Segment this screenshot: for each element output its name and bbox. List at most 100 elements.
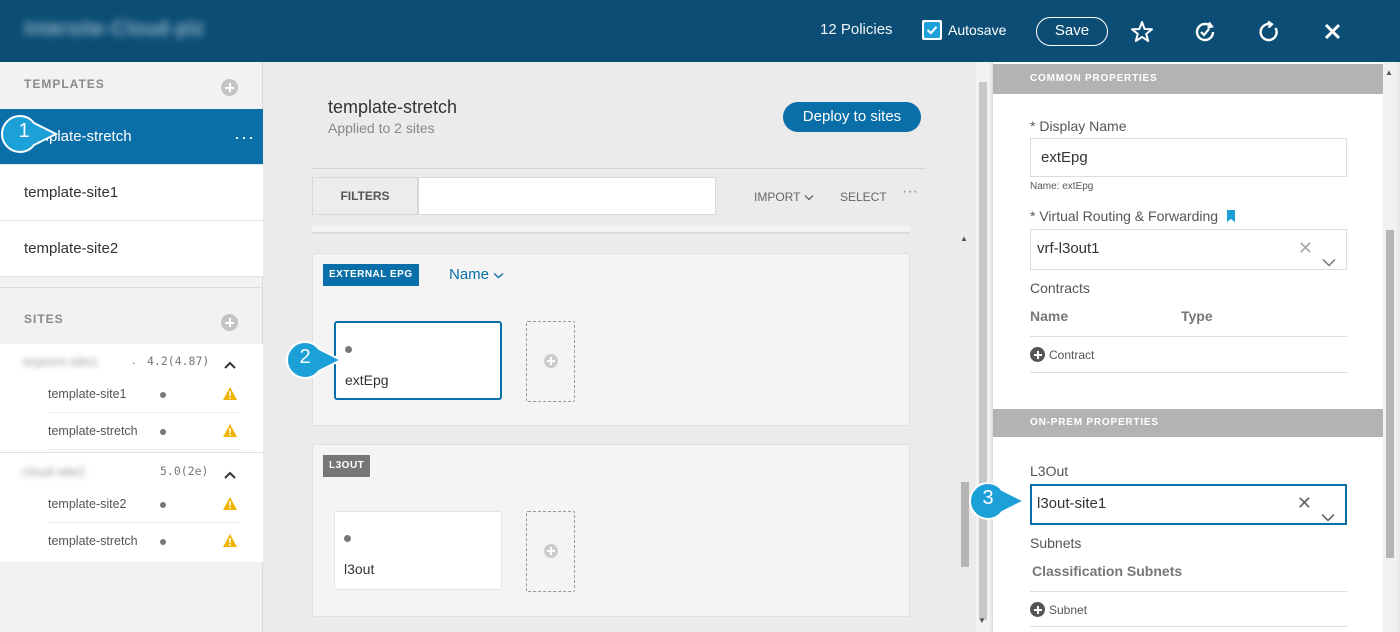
add-l3out-button[interactable]: [526, 511, 575, 592]
scrollbar-thumb[interactable]: [1386, 230, 1394, 558]
external-epg-section: EXTERNAL EPG Name extEpg: [312, 253, 910, 426]
chevron-down-icon: [804, 195, 814, 201]
warning-icon: [222, 423, 238, 443]
autosave-label: Autosave: [948, 22, 1007, 38]
chevron-up-icon[interactable]: [224, 356, 236, 374]
add-site-icon[interactable]: [221, 314, 238, 331]
site-template-row[interactable]: template-stretch: [48, 413, 240, 450]
scroll-down-icon[interactable]: ▼: [978, 616, 986, 625]
vrf-select[interactable]: vrf-l3out1 ✕: [1030, 229, 1347, 270]
site-template-row[interactable]: template-site2: [48, 486, 240, 523]
display-name-value: extEpg: [1041, 149, 1088, 166]
on-prem-properties-header: ON-PREM PROPERTIES: [993, 409, 1384, 437]
common-properties-header: COMMON PROPERTIES: [993, 64, 1384, 94]
template-label: template-site1: [24, 184, 119, 201]
scroll-up-icon[interactable]: ▲: [1385, 68, 1393, 77]
save-button[interactable]: Save: [1036, 17, 1108, 46]
clear-icon[interactable]: ✕: [1298, 230, 1313, 267]
divider: [1030, 372, 1347, 373]
chevron-down-icon[interactable]: [1322, 244, 1336, 281]
ext-epg-card[interactable]: extEpg: [334, 321, 502, 400]
display-name-input[interactable]: extEpg: [1030, 138, 1347, 177]
properties-scrollbar[interactable]: ▲: [1383, 62, 1397, 632]
vrf-value: vrf-l3out1: [1037, 240, 1100, 257]
sort-label: Name: [449, 266, 490, 283]
import-menu[interactable]: IMPORT: [754, 190, 814, 204]
warning-icon: [222, 533, 238, 553]
app-title: Intersite-Cloud-plz: [24, 18, 206, 40]
applied-sites-text: Applied to 2 sites: [328, 120, 435, 136]
section-edge: [312, 226, 910, 234]
l3out-value: l3out-site1: [1037, 495, 1107, 512]
deploy-to-sites-button[interactable]: Deploy to sites: [783, 102, 921, 132]
card-label: extEpg: [345, 372, 389, 388]
filter-input[interactable]: [418, 177, 716, 215]
star-icon[interactable]: [1129, 19, 1155, 45]
status-dot: [160, 502, 166, 508]
checkmark-icon: [924, 22, 940, 38]
add-subnet-button[interactable]: Subnet: [1030, 602, 1087, 617]
close-icon[interactable]: [1320, 19, 1346, 45]
status-dot: [160, 429, 166, 435]
add-template-icon[interactable]: [221, 79, 238, 96]
site-template-name: template-stretch: [48, 534, 138, 548]
properties-panel: COMMON PROPERTIES * Display Name extEpg …: [992, 62, 1384, 632]
site-group-header[interactable]: cloud-site2 5.0(2e): [0, 457, 263, 487]
import-label: IMPORT: [754, 190, 801, 204]
top-bar: Intersite-Cloud-plz 12 Policies Autosave…: [0, 0, 1400, 62]
site-template-name: template-site1: [48, 387, 127, 401]
chevron-down-icon[interactable]: [1321, 500, 1335, 535]
autosave-checkbox[interactable]: [922, 20, 942, 40]
status-dot: [160, 392, 166, 398]
card-label: l3out: [344, 561, 375, 577]
template-label: template-site2: [24, 240, 119, 257]
site-template-row[interactable]: template-site1: [48, 376, 240, 413]
site-name: onprem-site1: [22, 354, 98, 369]
contracts-col-name: Name: [1030, 308, 1069, 324]
site-version: 5.0(2e): [160, 464, 209, 478]
l3out-select[interactable]: l3out-site1 ✕: [1030, 484, 1347, 525]
filters-label[interactable]: FILTERS: [312, 177, 418, 215]
clear-icon[interactable]: ✕: [1297, 486, 1312, 521]
site-group-header[interactable]: onprem-site1 . 4.2(4.87): [0, 347, 263, 377]
select-button[interactable]: SELECT: [840, 190, 887, 204]
add-ext-epg-button[interactable]: [526, 321, 575, 402]
template-canvas: template-stretch Applied to 2 sites Depl…: [263, 62, 976, 632]
sync-icon[interactable]: [1192, 19, 1218, 45]
sidebar-item-template-site2[interactable]: template-site2: [0, 221, 263, 277]
chevron-down-icon: [493, 272, 504, 279]
more-options-icon[interactable]: ···: [234, 109, 255, 165]
site-name: cloud-site2: [22, 464, 85, 479]
refresh-icon[interactable]: [1256, 19, 1282, 45]
sort-by-dropdown[interactable]: Name: [449, 266, 504, 283]
add-contract-button[interactable]: Contract: [1030, 347, 1094, 362]
vrf-label: * Virtual Routing & Forwarding: [1030, 208, 1236, 224]
site-template-row[interactable]: template-stretch: [48, 523, 240, 560]
canvas-scrollbar[interactable]: ▲: [958, 232, 972, 632]
scroll-up-icon[interactable]: ▲: [960, 234, 968, 243]
warning-icon: [222, 496, 238, 516]
plus-icon: [544, 544, 558, 558]
callout-1: 1: [0, 114, 60, 154]
filter-bar: FILTERS IMPORT SELECT ···: [312, 168, 926, 218]
divider: [1030, 626, 1347, 627]
vrf-label-text: * Virtual Routing & Forwarding: [1030, 208, 1219, 224]
more-options-icon[interactable]: ···: [902, 183, 918, 201]
divider: [1030, 591, 1347, 592]
l3out-card[interactable]: l3out: [334, 511, 502, 590]
status-dot: [160, 539, 166, 545]
sidebar-item-template-site1[interactable]: template-site1: [0, 165, 263, 221]
callout-number: 3: [982, 487, 994, 509]
properties-outer-scrollbar[interactable]: ▼: [976, 62, 990, 632]
chevron-up-icon[interactable]: [224, 466, 236, 484]
contracts-label: Contracts: [1030, 280, 1090, 296]
scrollbar-thumb[interactable]: [979, 82, 987, 620]
divider: [0, 287, 263, 288]
add-subnet-label: Subnet: [1049, 603, 1088, 617]
l3out-section: L3OUT l3out: [312, 444, 910, 617]
divider: [1030, 336, 1347, 337]
sites-list: onprem-site1 . 4.2(4.87) template-site1 …: [0, 344, 263, 562]
templates-header: TEMPLATES: [24, 77, 105, 91]
sites-header: SITES: [24, 312, 64, 326]
status-dot: [344, 535, 351, 542]
